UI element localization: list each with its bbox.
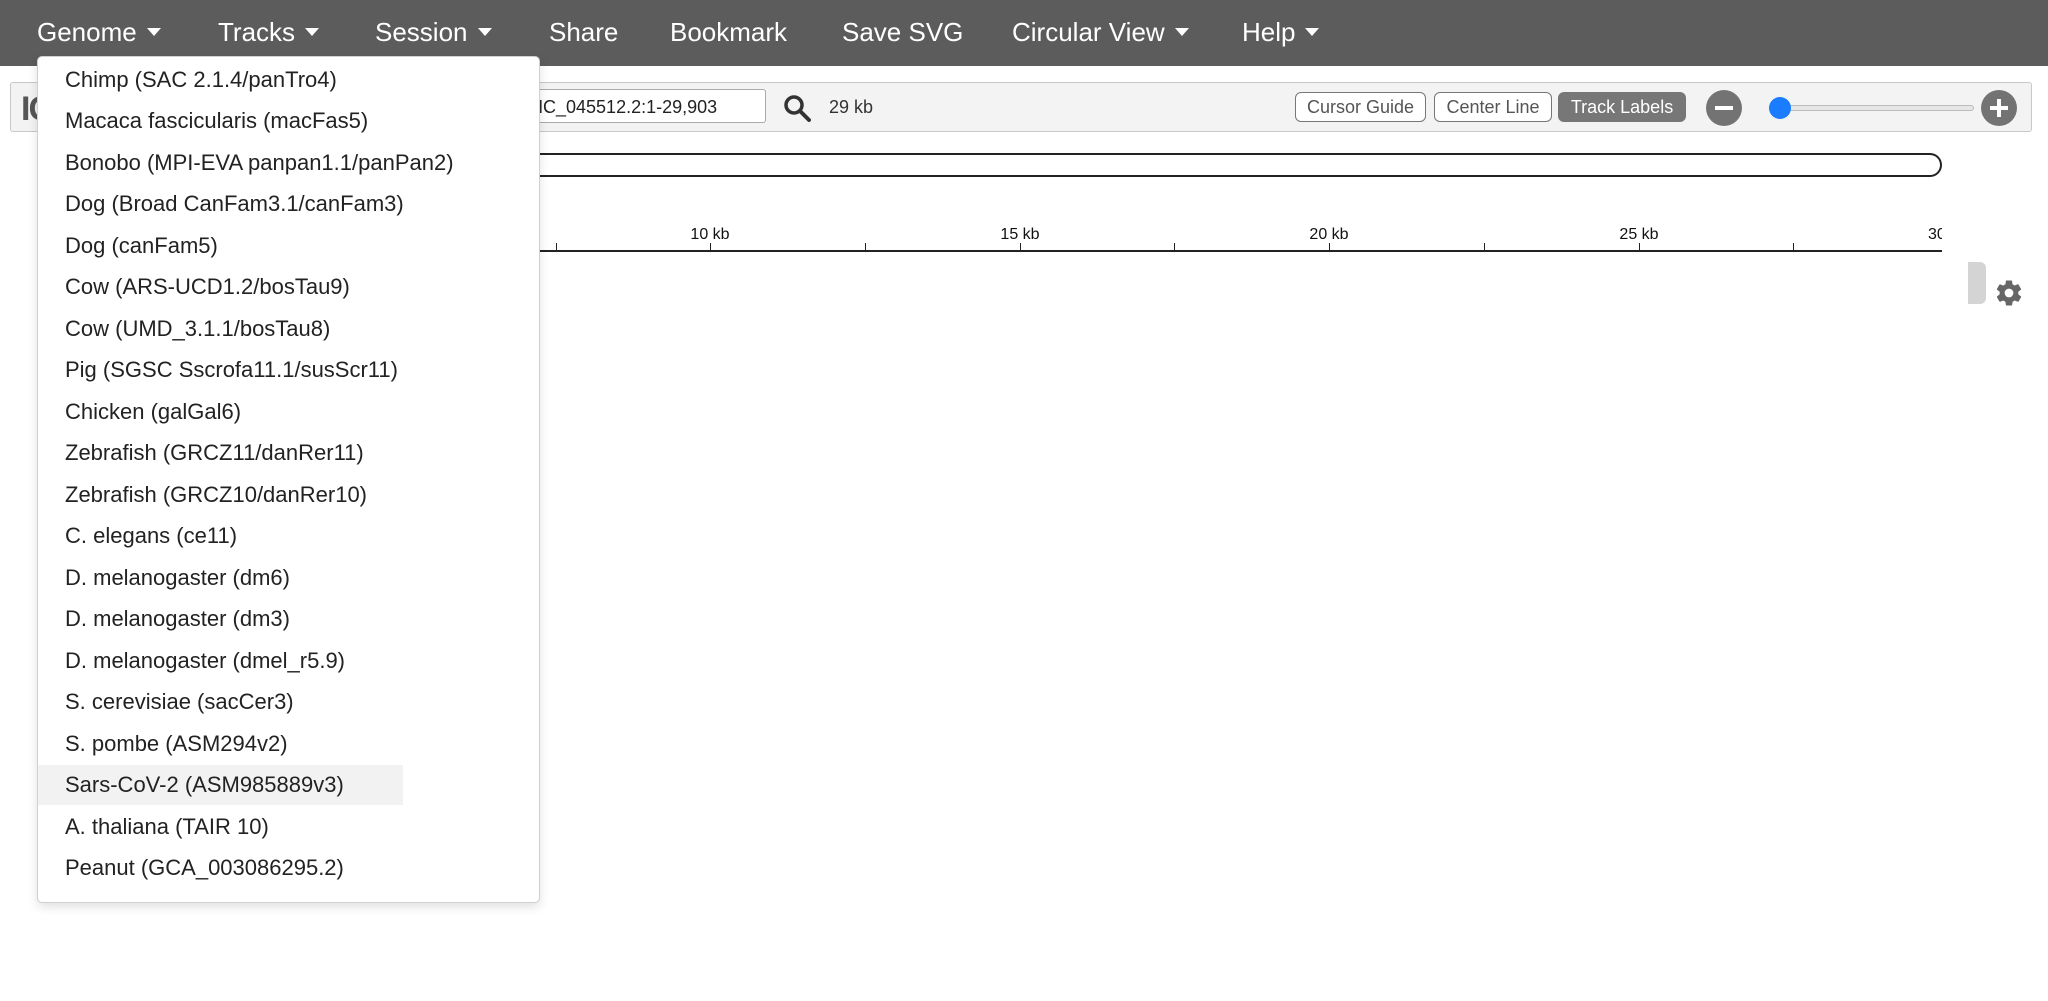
genome-menu-item[interactable]: Zebrafish (GRCZ10/danRer10): [38, 475, 403, 515]
nav-circular-view-menu[interactable]: Circular View: [1012, 0, 1189, 66]
genome-menu-item[interactable]: Peanut (GCA_003086295.2): [38, 848, 403, 888]
cursor-guide-button[interactable]: Cursor Guide: [1295, 92, 1426, 122]
zoom-in-icon[interactable]: [1981, 90, 2017, 126]
caret-down-icon: [305, 28, 320, 36]
genome-menu-item-hovered[interactable]: Sars-CoV-2 (ASM985889v3): [38, 765, 403, 805]
track-labels-button[interactable]: Track Labels: [1558, 92, 1686, 122]
ruler-tick-label: 25 kb: [1619, 226, 1659, 243]
genome-menu-item[interactable]: Cow (ARS-UCD1.2/bosTau9): [38, 267, 403, 307]
nav-session-label: Session: [375, 17, 468, 47]
genome-menu-item[interactable]: Bonobo (MPI-EVA panpan1.1/panPan2): [38, 143, 454, 183]
ruler-tick: [1020, 243, 1021, 251]
genome-menu-item[interactable]: D. melanogaster (dmel_r5.9): [38, 641, 403, 681]
genome-menu-item[interactable]: Chimp (SAC 2.1.4/panTro4): [38, 60, 403, 100]
genome-menu-item[interactable]: A. thaliana (TAIR 10): [38, 807, 403, 847]
genome-menu-item[interactable]: S. pombe (ASM294v2): [38, 724, 403, 764]
nav-share-label: Share: [549, 17, 619, 47]
ruler-tick: [865, 243, 866, 251]
ruler-axis: [540, 250, 1942, 252]
nav-share[interactable]: Share: [549, 0, 618, 66]
zoom-slider[interactable]: [1770, 105, 1974, 111]
caret-down-icon: [1305, 28, 1320, 36]
genome-menu-item[interactable]: D. melanogaster (dm6): [38, 558, 403, 598]
genome-menu-item[interactable]: Zebrafish (GRCZ11/danRer11): [38, 433, 403, 473]
genome-menu-item[interactable]: Dog (Broad CanFam3.1/canFam3): [38, 184, 404, 224]
locus-search-input[interactable]: NC_045512.2:1-29,903: [521, 89, 766, 123]
ruler-tick: [710, 243, 711, 251]
nav-tracks-label: Tracks: [218, 17, 296, 47]
caret-down-icon: [1174, 28, 1189, 36]
ruler-tick: [1793, 243, 1794, 251]
zoom-slider-thumb[interactable]: [1769, 97, 1791, 119]
nav-bookmark[interactable]: Bookmark: [670, 0, 787, 66]
nav-help-label: Help: [1242, 17, 1296, 47]
ruler-tick-label: 10 kb: [690, 226, 730, 243]
window-size-label: 29 kb: [829, 97, 874, 117]
genome-menu-item[interactable]: Dog (canFam5): [38, 226, 403, 266]
ruler-tick-label: 15 kb: [1000, 226, 1040, 243]
ruler-tick: [1639, 243, 1640, 251]
ruler-tick-label: 30 kb: [1928, 226, 1942, 243]
center-line-button[interactable]: Center Line: [1434, 92, 1552, 122]
nav-help-menu[interactable]: Help: [1242, 0, 1320, 66]
genome-menu-item[interactable]: Chicken (galGal6): [38, 392, 403, 432]
ruler-tick-label: 20 kb: [1309, 226, 1349, 243]
zoom-out-icon[interactable]: [1706, 90, 1742, 126]
search-icon[interactable]: [782, 93, 812, 123]
ruler-tick: [1329, 243, 1330, 251]
nav-save-svg-label: Save SVG: [842, 17, 964, 47]
caret-down-icon: [477, 28, 492, 36]
nav-genome-label: Genome: [37, 17, 137, 47]
genome-menu-item[interactable]: Pig (SGSC Sscrofa11.1/susScr11): [38, 350, 403, 390]
caret-down-icon: [146, 28, 161, 36]
nav-save-svg[interactable]: Save SVG: [842, 0, 963, 66]
nav-circular-view-label: Circular View: [1012, 17, 1165, 47]
genome-menu-item[interactable]: Macaca fascicularis (macFas5): [38, 101, 403, 141]
ruler-tick: [556, 243, 557, 251]
ruler-tick: [1484, 243, 1485, 251]
genome-menu-item[interactable]: C. elegans (ce11): [38, 516, 403, 556]
nav-bookmark-label: Bookmark: [670, 17, 788, 47]
genome-menu-item[interactable]: S. cerevisiae (sacCer3): [38, 682, 403, 722]
gear-icon[interactable]: [1994, 278, 2024, 308]
ruler-tick: [1174, 243, 1175, 251]
genome-menu-item[interactable]: D. melanogaster (dm3): [38, 599, 403, 639]
ruler-end-label-clip: 30 kb: [1900, 220, 1942, 246]
genome-menu-item[interactable]: Cow (UMD_3.1.1/bosTau8): [38, 309, 403, 349]
track-drag-handle[interactable]: [1968, 262, 1986, 304]
chromosome-ideogram[interactable]: [540, 153, 1942, 177]
genome-dropdown-menu: Chimp (SAC 2.1.4/panTro4) Macaca fascicu…: [37, 56, 540, 903]
